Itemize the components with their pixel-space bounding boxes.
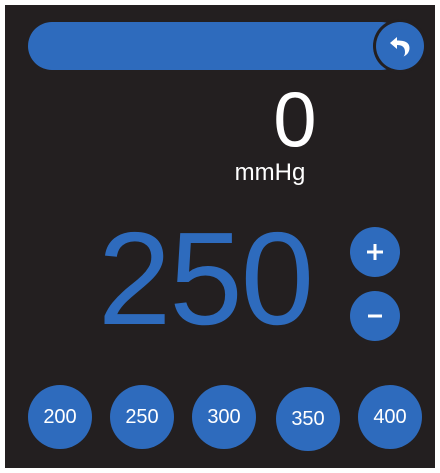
preset-button-400[interactable]: 400 <box>358 385 422 449</box>
decrease-button[interactable] <box>350 291 400 341</box>
increase-button[interactable] <box>350 227 400 277</box>
preset-button-200[interactable]: 200 <box>28 385 92 449</box>
plus-icon <box>367 244 383 260</box>
target-pressure-value: 250 <box>97 205 314 352</box>
pressure-progress-bar <box>28 22 405 70</box>
back-button[interactable] <box>376 22 424 70</box>
pressure-unit-label: mmHg <box>234 159 306 186</box>
pressure-control-panel: 0 mmHg 250 200 250 300 350 400 <box>5 5 435 468</box>
undo-arrow-icon <box>390 37 410 57</box>
preset-buttons: 200 250 300 350 400 <box>28 385 422 451</box>
minus-icon <box>368 314 382 318</box>
preset-button-300[interactable]: 300 <box>192 385 256 449</box>
preset-button-250[interactable]: 250 <box>110 385 174 449</box>
current-pressure-value: 0 <box>273 75 317 163</box>
preset-button-350[interactable]: 350 <box>276 387 340 451</box>
